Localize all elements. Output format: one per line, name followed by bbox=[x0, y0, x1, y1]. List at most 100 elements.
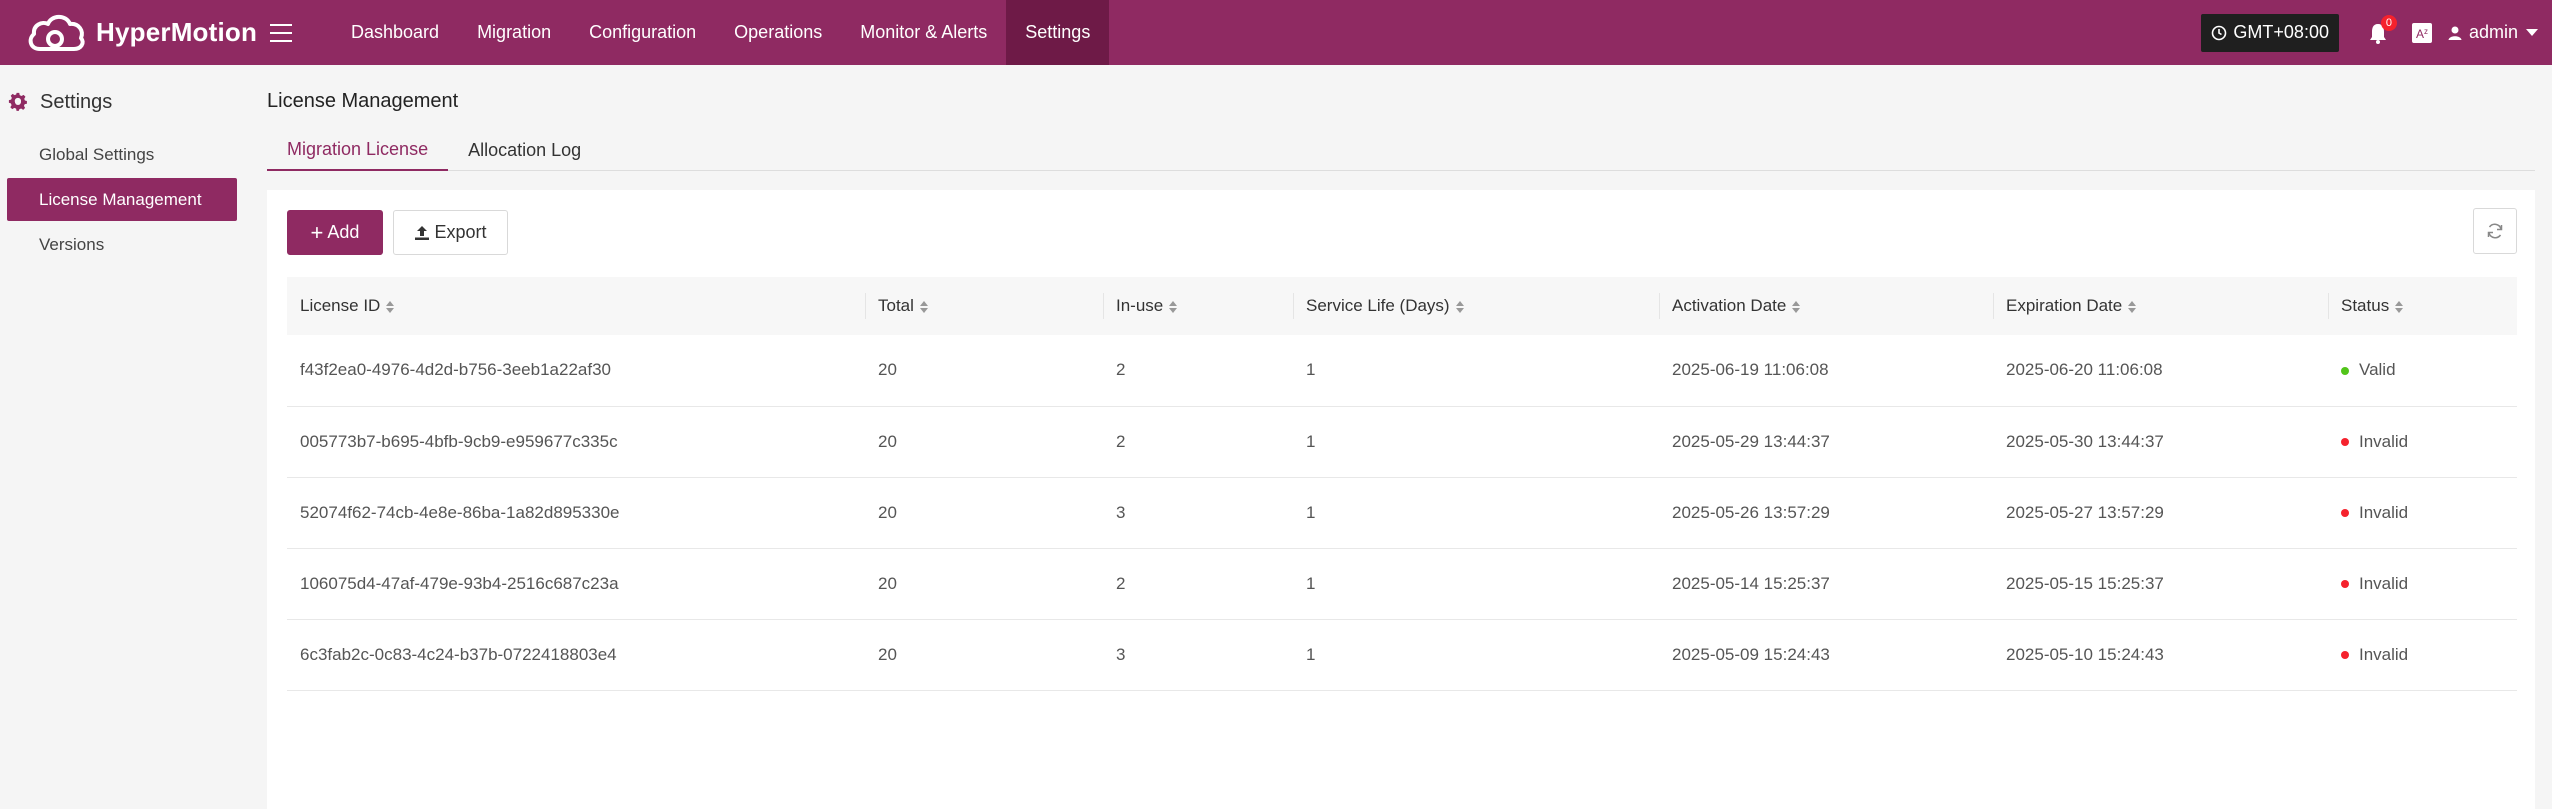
sort-icon[interactable] bbox=[2128, 300, 2137, 313]
nav-monitor-alerts[interactable]: Monitor & Alerts bbox=[841, 0, 1006, 65]
table-header-row: License ID Total In-use Service Life (Da… bbox=[287, 277, 2517, 335]
main-nav: Dashboard Migration Configuration Operat… bbox=[332, 0, 1110, 65]
column-header-activation-date[interactable]: Activation Date bbox=[1659, 277, 1993, 335]
sidebar-item-versions[interactable]: Versions bbox=[7, 223, 237, 266]
cell-expiration-date: 2025-05-30 13:44:37 bbox=[2006, 431, 2164, 451]
nav-settings[interactable]: Settings bbox=[1006, 0, 1110, 65]
cell-activation-date: 2025-06-19 11:06:08 bbox=[1672, 360, 1829, 380]
cell-total: 20 bbox=[878, 644, 897, 664]
username: admin bbox=[2468, 22, 2518, 42]
nav-migration[interactable]: Migration bbox=[458, 0, 570, 65]
svg-text:A: A bbox=[2416, 27, 2424, 41]
sidebar-title: Settings bbox=[0, 65, 244, 133]
table-row[interactable]: 6c3fab2c-0c83-4c24-b37b-0722418803e4 20 … bbox=[287, 619, 2517, 690]
cell-license-id: 106075d4-47af-479e-93b4-2516c687c23a bbox=[300, 573, 619, 593]
upload-icon bbox=[415, 225, 430, 240]
export-button[interactable]: Export bbox=[393, 210, 508, 255]
svg-text:z: z bbox=[2424, 27, 2428, 36]
status-dot bbox=[2341, 509, 2349, 518]
cell-activation-date: 2025-05-26 13:57:29 bbox=[1672, 502, 1830, 522]
refresh-button[interactable] bbox=[2473, 208, 2517, 254]
table-row[interactable]: f43f2ea0-4976-4d2d-b756-3eeb1a22af30 20 … bbox=[287, 335, 2517, 406]
column-header-status[interactable]: Status bbox=[2328, 277, 2517, 335]
status-dot bbox=[2341, 580, 2349, 589]
cell-total: 20 bbox=[878, 573, 897, 593]
column-header-expiration-date[interactable]: Expiration Date bbox=[1993, 277, 2328, 335]
cell-service-life: 1 bbox=[1306, 360, 1316, 380]
status-label: Valid bbox=[2359, 360, 2396, 380]
cloud-logo-icon bbox=[28, 14, 85, 51]
cell-service-life: 1 bbox=[1306, 573, 1316, 593]
sort-icon[interactable] bbox=[1455, 300, 1464, 313]
sort-icon[interactable] bbox=[2395, 300, 2404, 313]
cell-license-id: 005773b7-b695-4bfb-9cb9-e959677c335c bbox=[300, 431, 618, 451]
cell-license-id: 6c3fab2c-0c83-4c24-b37b-0722418803e4 bbox=[300, 644, 617, 664]
table-row[interactable]: 106075d4-47af-479e-93b4-2516c687c23a 20 … bbox=[287, 548, 2517, 619]
cell-expiration-date: 2025-05-15 15:25:37 bbox=[2006, 573, 2164, 593]
add-button[interactable]: + Add bbox=[287, 210, 383, 255]
cell-total: 20 bbox=[878, 360, 897, 380]
cell-total: 20 bbox=[878, 502, 897, 522]
gear-icon bbox=[8, 92, 27, 111]
brand[interactable]: HyperMotion bbox=[0, 0, 262, 65]
status-dot bbox=[2341, 438, 2349, 447]
alerts-button[interactable]: 0 bbox=[2367, 14, 2397, 45]
alert-count-badge: 0 bbox=[2380, 14, 2397, 31]
cell-license-id: 52074f62-74cb-4e8e-86ba-1a82d895330e bbox=[300, 502, 620, 522]
cell-activation-date: 2025-05-09 15:24:43 bbox=[1672, 644, 1830, 664]
language-icon[interactable]: Az bbox=[2411, 22, 2433, 44]
cell-status: Invalid bbox=[2328, 477, 2517, 548]
tabs: Migration License Allocation Log bbox=[267, 130, 2535, 171]
table-row[interactable]: 52074f62-74cb-4e8e-86ba-1a82d895330e 20 … bbox=[287, 477, 2517, 548]
cell-license-id: f43f2ea0-4976-4d2d-b756-3eeb1a22af30 bbox=[300, 360, 611, 380]
refresh-icon bbox=[2487, 223, 2503, 239]
cell-total: 20 bbox=[878, 431, 897, 451]
cell-expiration-date: 2025-05-10 15:24:43 bbox=[2006, 644, 2164, 664]
timezone-button[interactable]: GMT+08:00 bbox=[2201, 13, 2339, 52]
cell-in-use: 3 bbox=[1116, 644, 1126, 664]
menu-toggle-icon[interactable] bbox=[270, 22, 292, 44]
tab-allocation-log[interactable]: Allocation Log bbox=[448, 130, 601, 171]
tab-migration-license[interactable]: Migration License bbox=[267, 130, 449, 171]
cell-in-use: 2 bbox=[1116, 360, 1126, 380]
cell-service-life: 1 bbox=[1306, 644, 1316, 664]
column-header-in-use[interactable]: In-use bbox=[1103, 277, 1293, 335]
top-navbar: HyperMotion Dashboard Migration Configur… bbox=[0, 0, 2552, 65]
status-dot bbox=[2341, 366, 2349, 375]
cell-activation-date: 2025-05-14 15:25:37 bbox=[1672, 573, 1830, 593]
sort-icon[interactable] bbox=[1792, 300, 1801, 313]
cell-in-use: 2 bbox=[1116, 573, 1126, 593]
cell-expiration-date: 2025-05-27 13:57:29 bbox=[2006, 502, 2164, 522]
status-label: Invalid bbox=[2359, 502, 2409, 522]
plus-icon: + bbox=[310, 219, 324, 245]
timezone-label: GMT+08:00 bbox=[2233, 22, 2329, 42]
clock-icon bbox=[2212, 25, 2227, 40]
license-table: License ID Total In-use Service Life (Da… bbox=[287, 277, 2517, 691]
sort-icon[interactable] bbox=[386, 300, 395, 313]
user-icon bbox=[2448, 26, 2462, 40]
sidebar-item-license-management[interactable]: License Management bbox=[7, 178, 237, 221]
cell-activation-date: 2025-05-29 13:44:37 bbox=[1672, 431, 1830, 451]
status-label: Invalid bbox=[2359, 431, 2409, 451]
nav-configuration[interactable]: Configuration bbox=[570, 0, 715, 65]
user-menu[interactable]: admin bbox=[2447, 22, 2538, 43]
column-header-license-id[interactable]: License ID bbox=[287, 277, 865, 335]
nav-operations[interactable]: Operations bbox=[715, 0, 841, 65]
column-header-service-life[interactable]: Service Life (Days) bbox=[1293, 277, 1659, 335]
cell-service-life: 1 bbox=[1306, 502, 1316, 522]
sidebar-item-global-settings[interactable]: Global Settings bbox=[7, 133, 237, 176]
status-dot bbox=[2341, 651, 2349, 660]
sort-icon[interactable] bbox=[919, 300, 928, 313]
sidebar: Settings Global Settings License Managem… bbox=[0, 65, 244, 809]
table-row[interactable]: 005773b7-b695-4bfb-9cb9-e959677c335c 20 … bbox=[287, 406, 2517, 477]
cell-status: Invalid bbox=[2328, 619, 2517, 690]
sort-icon[interactable] bbox=[1169, 300, 1178, 313]
status-label: Invalid bbox=[2359, 644, 2409, 664]
nav-dashboard[interactable]: Dashboard bbox=[332, 0, 458, 65]
cell-in-use: 3 bbox=[1116, 502, 1126, 522]
cell-in-use: 2 bbox=[1116, 431, 1126, 451]
brand-name: HyperMotion bbox=[96, 17, 258, 47]
cell-service-life: 1 bbox=[1306, 431, 1316, 451]
cell-expiration-date: 2025-06-20 11:06:08 bbox=[2006, 360, 2163, 380]
column-header-total[interactable]: Total bbox=[865, 277, 1103, 335]
